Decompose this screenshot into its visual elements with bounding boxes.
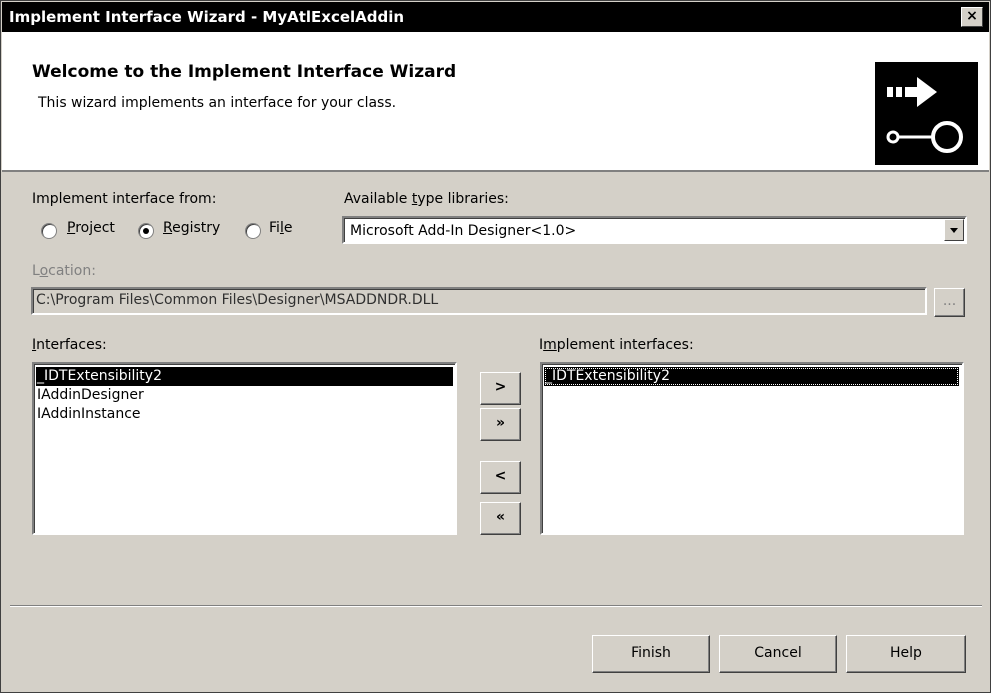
implement-interfaces-label: Implement interfaces: [539,337,694,353]
list-item[interactable]: IAddinDesigner [36,386,144,405]
location-label: Location: [32,263,96,279]
cancel-button[interactable]: Cancel [719,635,837,673]
radio-registry[interactable] [138,223,154,239]
location-field: C:\Program Files\Common Files\Designer\M… [31,287,927,315]
remove-all-button[interactable]: « [480,502,521,535]
radio-file[interactable] [245,223,261,239]
page-subtitle: This wizard implements an interface for … [38,95,397,111]
implement-interfaces-list[interactable]: _IDTExtensibility2 [540,362,964,535]
interfaces-list[interactable]: _IDTExtensibility2 IAddinDesigner IAddin… [32,362,457,535]
window-title: Implement Interface Wizard - MyAtlExcelA… [9,8,405,26]
radio-file-label[interactable]: File [269,220,292,236]
list-item[interactable]: _IDTExtensibility2 [544,367,959,386]
add-button[interactable]: > [480,372,521,405]
implement-from-label: Implement interface from: [32,191,217,207]
page-title: Welcome to the Implement Interface Wizar… [32,62,457,82]
help-button[interactable]: Help [846,635,966,673]
wizard-window: Implement Interface Wizard - MyAtlExcelA… [0,0,991,693]
title-bar[interactable]: Implement Interface Wizard - MyAtlExcelA… [2,2,989,32]
dropdown-button[interactable] [944,219,964,241]
remove-button[interactable]: < [480,461,521,494]
browse-button: ... [934,288,965,317]
type-libraries-label: Available type libraries: [344,191,509,207]
interfaces-label: Interfaces: [32,337,107,353]
radio-project-label[interactable]: Project [67,220,115,236]
wizard-header: Welcome to the Implement Interface Wizar… [2,32,989,172]
close-icon: × [966,8,978,24]
wizard-logo-icon [875,62,978,165]
radio-project[interactable] [41,223,57,239]
location-value: C:\Program Files\Common Files\Designer\M… [36,292,439,308]
radio-registry-label[interactable]: Registry [163,220,220,236]
close-button[interactable]: × [961,7,983,27]
add-all-button[interactable]: » [480,408,521,441]
footer-divider [10,605,982,607]
list-item[interactable]: _IDTExtensibility2 [36,367,453,386]
finish-button[interactable]: Finish [592,635,710,673]
list-item[interactable]: IAddinInstance [36,405,141,424]
chevron-down-icon [950,228,958,233]
radio-selected-dot [143,228,149,234]
type-libraries-combobox[interactable]: Microsoft Add-In Designer<1.0> [342,216,967,244]
type-libraries-selected: Microsoft Add-In Designer<1.0> [350,223,577,239]
